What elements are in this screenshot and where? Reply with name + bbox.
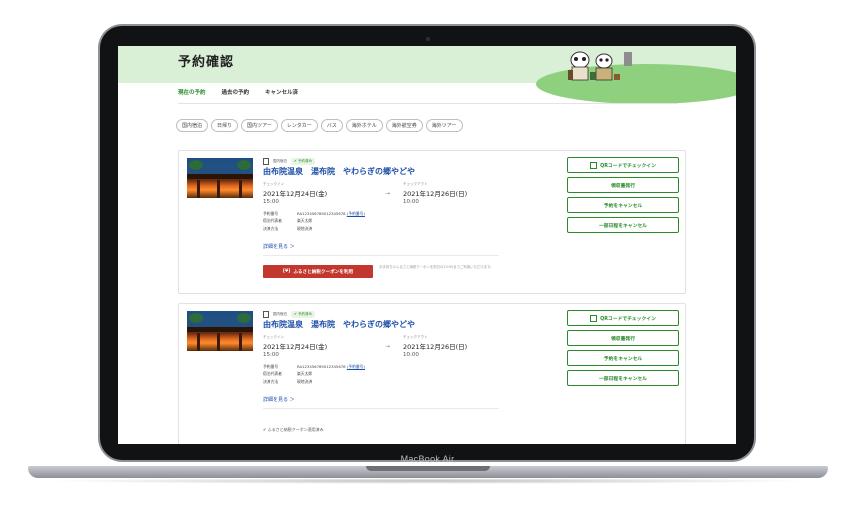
category-label: 国内宿泊: [273, 312, 287, 316]
divider: [263, 255, 499, 256]
checkin-block: チェックイン 2021年12月24日(金) 15:00: [263, 335, 328, 358]
tab-past[interactable]: 過去の予約: [222, 88, 260, 104]
mascot-illustration-icon: [568, 51, 620, 81]
checkin-time: 15:00: [263, 352, 279, 358]
reservation-info: 予約番号 RA123456789012345678 (予約番号) 宿泊代表者 楽天太…: [263, 211, 365, 231]
coupon-applied-text: ✔ ふるさと納税クーポン適用済み: [263, 427, 324, 432]
cancel-reservation-button[interactable]: 予約をキャンセル: [567, 197, 679, 213]
qr-code-icon: [590, 314, 598, 322]
qr-checkin-button[interactable]: QRコードでチェックイン: [567, 310, 679, 326]
cancel-reservation-button[interactable]: 予約をキャンセル: [567, 350, 679, 366]
checkin-block: チェックイン 2021年12月24日(金) 15:00: [263, 182, 328, 205]
reservation-number-link[interactable]: (予約番号): [347, 211, 365, 216]
header-decoration: [624, 52, 632, 66]
filter-chip[interactable]: 海外航空券: [385, 119, 423, 132]
hotel-thumbnail[interactable]: [187, 158, 253, 198]
device-brand-label: MacBook Air: [400, 454, 455, 464]
tab-current[interactable]: 現在の予約: [178, 88, 216, 104]
checkout-time: 10:00: [403, 199, 419, 205]
reservation-card: 国内宿泊 ✔ 予約済み 由布院温泉 湯布院 やわらぎの郷やどや チェックイン 2…: [178, 150, 686, 294]
tab-divider: [178, 103, 678, 104]
document-icon: [263, 311, 269, 318]
filter-chip[interactable]: バス: [320, 119, 343, 132]
filter-chip[interactable]: 海外ホテル: [345, 119, 383, 132]
checkout-block: チェックアウト 2021年12月26日(日) 10:00: [403, 182, 468, 205]
hotel-name-link[interactable]: 由布院温泉 湯布院 やわらぎの郷やどや: [263, 166, 415, 177]
checkin-date: 2021年12月24日(金): [263, 190, 328, 198]
filter-chip[interactable]: 海外ツアー: [425, 119, 463, 132]
category-label: 国内宿泊: [273, 159, 287, 163]
hotel-thumbnail[interactable]: [187, 311, 253, 351]
checkout-date: 2021年12月26日(日): [403, 190, 468, 198]
filter-chip[interactable]: 国内ツアー: [241, 119, 278, 132]
arrow-right-icon: →: [385, 343, 391, 350]
filter-chip[interactable]: 日帰り: [211, 119, 239, 132]
reservation-meta: 国内宿泊 ✔ 予約済み: [263, 158, 316, 165]
status-badge: ✔ 予約済み: [291, 311, 316, 318]
document-icon: [263, 158, 269, 165]
reservation-info: 予約番号 RA123456789012345678 (予約番号) 宿泊代表者 楽天太…: [263, 364, 365, 384]
qr-code-icon: [590, 161, 598, 169]
details-link[interactable]: 詳細を見る ＞: [263, 396, 295, 403]
reservation-number-link[interactable]: (予約番号): [347, 364, 365, 369]
page-header: 予約確認: [118, 46, 736, 104]
coupon-button[interactable]: [¥] ふるさと納税クーポンを利用: [263, 265, 373, 278]
filter-chip[interactable]: レンタカー: [280, 119, 318, 132]
checkout-block: チェックアウト 2021年12月26日(日) 10:00: [403, 335, 468, 358]
hotel-name-link[interactable]: 由布院温泉 湯布院 やわらぎの郷やどや: [263, 319, 415, 330]
laptop-shadow: [40, 478, 816, 484]
tab-cancelled[interactable]: キャンセル済: [265, 88, 308, 104]
checkin-time: 15:00: [263, 199, 279, 205]
reservation-meta: 国内宿泊 ✔ 予約済み: [263, 311, 316, 318]
receipt-button[interactable]: 領収書発行: [567, 330, 679, 346]
partial-cancel-button[interactable]: 一部日程をキャンセル: [567, 217, 679, 233]
action-buttons: QRコードでチェックイン 領収書発行 予約をキャンセル 一部日程をキャンセル: [567, 310, 679, 386]
laptop-hinge-notch: [366, 466, 490, 471]
details-link[interactable]: 詳細を見る ＞: [263, 243, 295, 250]
coupon-note: お手持ちのふるさと納税クーポンを前日の23:59までご利用いただけます。: [379, 265, 494, 269]
reservation-tabs: 現在の予約 過去の予約 キャンセル済: [178, 88, 314, 104]
status-badge: ✔ 予約済み: [291, 158, 316, 165]
camera-icon: [426, 37, 430, 41]
checkout-date: 2021年12月26日(日): [403, 343, 468, 351]
divider: [263, 408, 499, 409]
filter-chip[interactable]: 国内宿泊: [176, 119, 209, 132]
checkout-time: 10:00: [403, 352, 419, 358]
laptop-screen: 予約確認 現在の予約 過去の予約 キャンセル済 国内宿泊 日帰り 国内ツアー レ…: [118, 46, 736, 444]
coupon-icon: [¥]: [282, 269, 291, 274]
action-buttons: QRコードでチェックイン 領収書発行 予約をキャンセル 一部日程をキャンセル: [567, 157, 679, 233]
receipt-button[interactable]: 領収書発行: [567, 177, 679, 193]
checkin-date: 2021年12月24日(金): [263, 343, 328, 351]
qr-checkin-button[interactable]: QRコードでチェックイン: [567, 157, 679, 173]
arrow-right-icon: →: [385, 190, 391, 197]
category-filters: 国内宿泊 日帰り 国内ツアー レンタカー バス 海外ホテル 海外航空券 海外ツア…: [176, 119, 463, 132]
reservation-card: 国内宿泊 ✔ 予約済み 由布院温泉 湯布院 やわらぎの郷やどや チェックイン 2…: [178, 303, 686, 444]
partial-cancel-button[interactable]: 一部日程をキャンセル: [567, 370, 679, 386]
page-title: 予約確認: [178, 55, 235, 70]
